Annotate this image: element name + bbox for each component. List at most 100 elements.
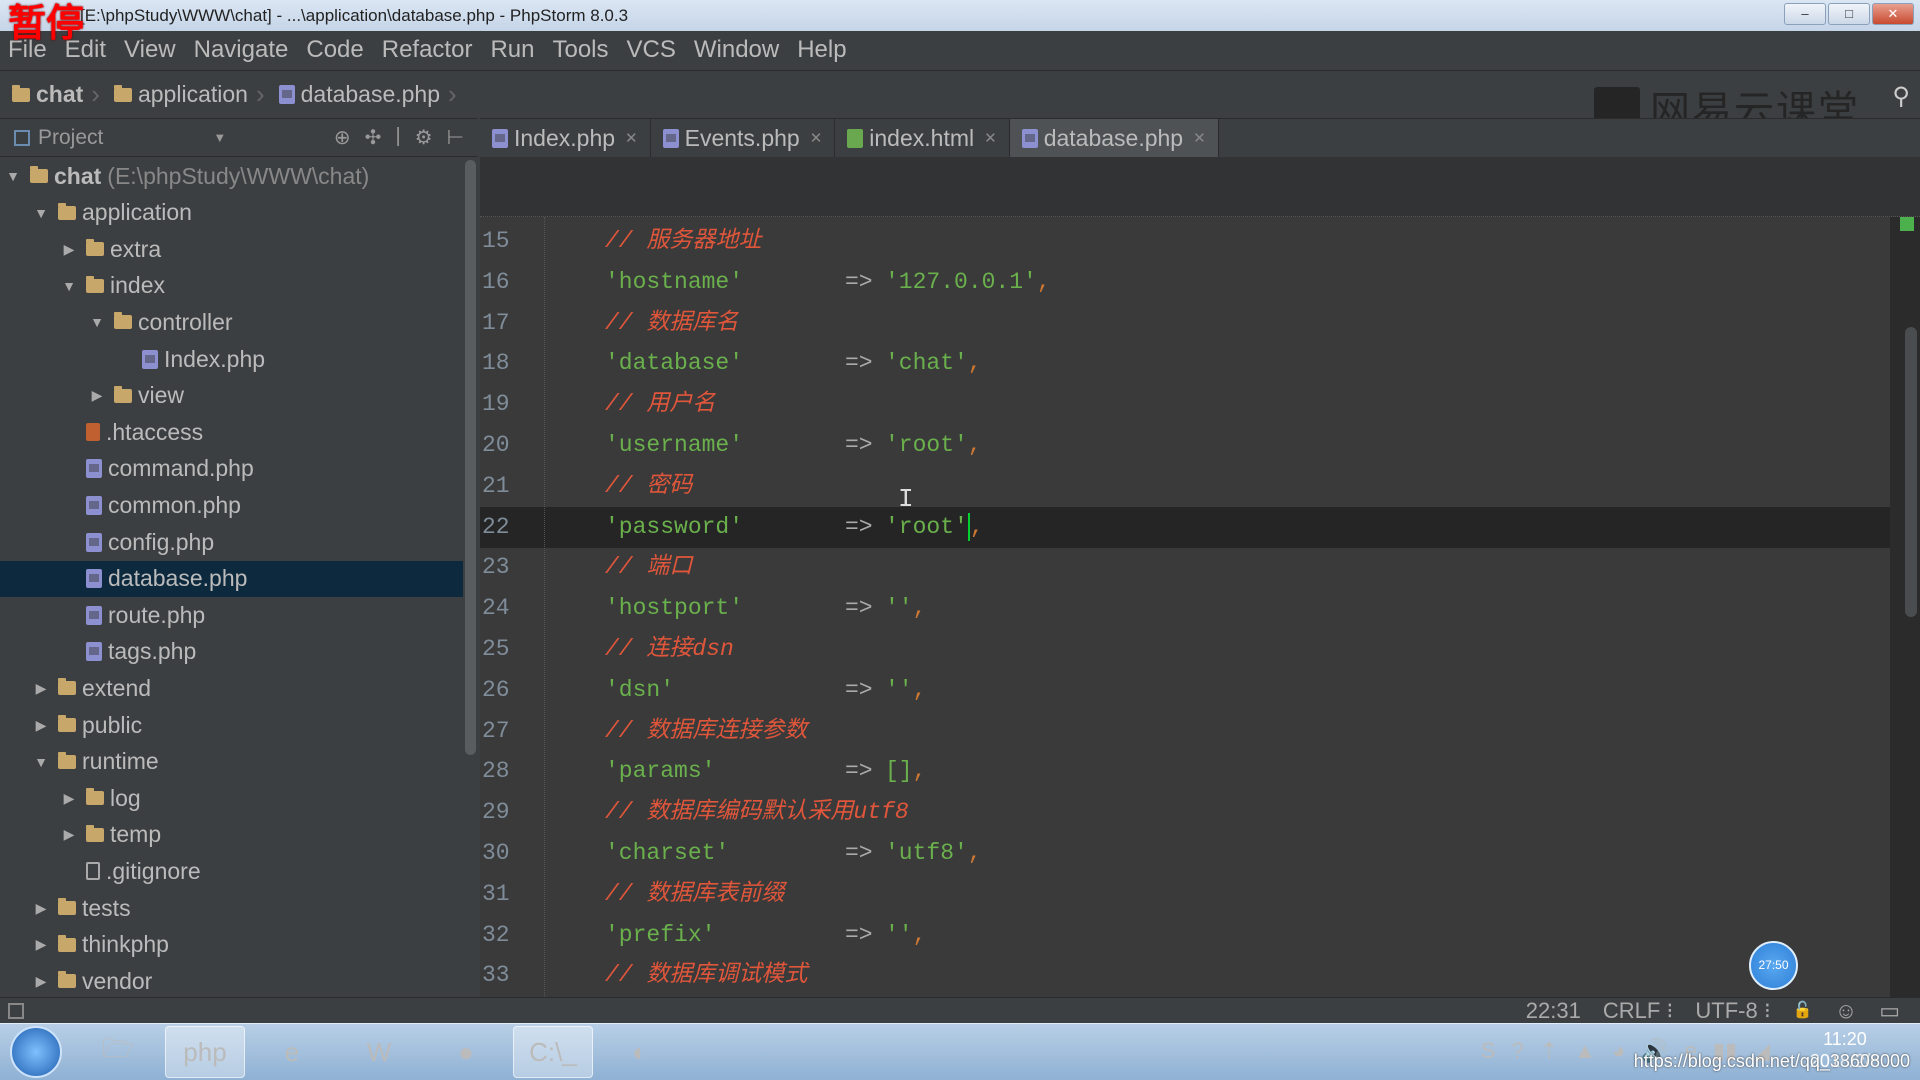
chevron-down-icon[interactable]: ▼ (86, 314, 108, 330)
tree-item[interactable]: Index.php (0, 341, 463, 377)
chevron-right-icon[interactable]: ▶ (30, 717, 52, 734)
close-tab-icon[interactable]: ✕ (625, 129, 638, 147)
chevron-right-icon[interactable]: ▶ (58, 790, 80, 807)
scroll-thumb[interactable] (465, 160, 476, 755)
start-button[interactable] (10, 1026, 62, 1078)
tree-item[interactable]: ▶ thinkphp (0, 927, 463, 963)
tree-item[interactable]: ▼ index (0, 268, 463, 304)
tree-item[interactable]: config.php (0, 524, 463, 560)
tree-item[interactable]: ▼ runtime (0, 744, 463, 780)
tool-windows-icon[interactable] (8, 1003, 24, 1019)
code-line[interactable]: // 数据库编码默认采用utf8 (480, 792, 1890, 833)
tree-item[interactable]: ▶ public (0, 707, 463, 743)
chevron-right-icon[interactable]: ▶ (58, 241, 80, 258)
sogou-icon[interactable]: S (1481, 1038, 1496, 1064)
tree-item[interactable]: .htaccess (0, 414, 463, 450)
search-icon[interactable]: ⚲ (1892, 82, 1910, 111)
code-line[interactable]: // 数据库名 (480, 303, 1890, 344)
chevron-down-icon[interactable]: ▼ (30, 754, 52, 770)
minimize-button[interactable]: – (1784, 3, 1826, 25)
close-button[interactable]: ✕ (1872, 3, 1914, 25)
lock-icon[interactable]: 🔓 (1793, 998, 1813, 1024)
tree-item[interactable]: ▶ extra (0, 231, 463, 267)
code-line[interactable]: 'charset' => 'utf8', (480, 833, 1890, 874)
code-line[interactable]: // 连接dsn (480, 629, 1890, 670)
writer-app[interactable]: W (339, 1026, 419, 1078)
chevron-right-icon[interactable]: ▶ (30, 973, 52, 990)
tab-database-php[interactable]: database.php ✕ (1009, 119, 1219, 157)
tab-index-php[interactable]: Index.php ✕ (480, 119, 651, 157)
close-tab-icon[interactable]: ✕ (1193, 129, 1206, 147)
tree-item[interactable]: tags.php (0, 634, 463, 670)
code-line[interactable]: // 用户名 (480, 384, 1890, 425)
file-encoding[interactable]: UTF-8 ⁝ (1695, 998, 1770, 1024)
tab-index-html[interactable]: index.html ✕ (835, 119, 1010, 157)
code-line[interactable]: 'username' => 'root', (480, 425, 1890, 466)
caret-position[interactable]: 22:31 (1526, 998, 1581, 1024)
tree-item[interactable]: ▼ application (0, 195, 463, 231)
hide-icon[interactable]: ⊢ (447, 125, 464, 150)
tree-item[interactable]: ▶ log (0, 780, 463, 816)
chevron-down-icon[interactable]: ▼ (2, 168, 24, 184)
chevron-right-icon[interactable]: ▶ (30, 936, 52, 953)
help-icon[interactable]: ? (1511, 1038, 1523, 1064)
close-tab-icon[interactable]: ✕ (810, 129, 823, 147)
tab-events-php[interactable]: Events.php ✕ (651, 119, 836, 157)
code-area[interactable]: // 服务器地址 'hostname' => '127.0.0.1', // 数据库名 '… (480, 217, 1890, 997)
tree-item[interactable]: database.php (0, 560, 463, 597)
code-editor[interactable]: // 服务器地址 'hostname' => '127.0.0.1', // 数据库名 '… (480, 157, 1920, 997)
collapse-icon[interactable]: ✣ (365, 125, 382, 150)
tree-item[interactable]: ▶ view (0, 378, 463, 414)
timer-badge[interactable]: 27:50 (1749, 941, 1798, 990)
tree-scrollbar[interactable] (463, 157, 478, 997)
code-line[interactable]: // 服务器地址 (480, 221, 1890, 262)
tree-item[interactable]: .gitignore (0, 853, 463, 889)
tree-item[interactable]: route.php (0, 597, 463, 633)
code-line[interactable]: // 数据库调试模式 (480, 955, 1890, 996)
locate-icon[interactable]: ⊕ (334, 125, 351, 150)
chevron-down-icon[interactable]: ▼ (30, 205, 52, 221)
browser-360-app[interactable]: e (252, 1026, 332, 1078)
green-app[interactable]: ● (426, 1026, 506, 1078)
tree-item[interactable]: command.php (0, 451, 463, 487)
code-line[interactable]: 'password' => 'root', (480, 506, 1890, 548)
menu-refactor[interactable]: Refactor (382, 36, 473, 64)
chevron-right-icon[interactable]: ▶ (86, 387, 108, 404)
chrome-icon[interactable]: ◕ (1612, 1038, 1625, 1064)
tree-item[interactable]: ▶ extend (0, 670, 463, 706)
menu-view[interactable]: View (124, 36, 176, 64)
show-hidden-icon[interactable]: ▲ (1574, 1038, 1596, 1064)
code-line[interactable]: 'hostname' => '127.0.0.1', (480, 262, 1890, 303)
breadcrumb-item[interactable]: application (113, 79, 265, 110)
menu-navigate[interactable]: Navigate (194, 36, 289, 64)
tree-item[interactable]: ▶ tests (0, 890, 463, 926)
network-arrow-icon[interactable]: ⇡ (1540, 1038, 1558, 1064)
code-line[interactable]: 'prefix' => '', (480, 915, 1890, 956)
tree-item[interactable]: ▼ chat (E:\phpStudy\WWW\chat) (0, 158, 463, 194)
code-line[interactable]: 'database' => 'chat', (480, 343, 1890, 384)
obs-app[interactable]: ◐ (600, 1026, 680, 1078)
gear-icon[interactable]: ⚙ (415, 125, 433, 150)
tree-item[interactable]: common.php (0, 487, 463, 523)
inspector-icon[interactable]: ☺ (1835, 998, 1857, 1024)
menu-vcs[interactable]: VCS (627, 36, 676, 64)
chevron-right-icon[interactable]: ▶ (30, 680, 52, 697)
project-view-selector[interactable]: Project (38, 126, 103, 150)
code-line[interactable]: // 数据库表前缀 (480, 874, 1890, 915)
code-line[interactable]: 'params' => [], (480, 751, 1890, 792)
chevron-down-icon[interactable]: ▼ (213, 130, 226, 145)
chevron-right-icon[interactable]: ▶ (58, 826, 80, 843)
code-line[interactable]: // 数据库连接参数 (480, 711, 1890, 752)
event-log-icon[interactable]: ▭ (1879, 998, 1900, 1024)
code-line[interactable]: 'dsn' => '', (480, 670, 1890, 711)
tree-item[interactable]: ▶ temp (0, 817, 463, 853)
line-separator[interactable]: CRLF ⁝ (1603, 998, 1674, 1024)
cmd-app[interactable]: C:\_ (513, 1026, 593, 1078)
editor-scrollbar[interactable] (1905, 327, 1917, 617)
menu-run[interactable]: Run (490, 36, 534, 64)
phpstorm-app[interactable]: php (165, 1026, 245, 1078)
chevron-right-icon[interactable]: ▶ (30, 900, 52, 917)
menu-code[interactable]: Code (306, 36, 363, 64)
tree-item[interactable]: ▼ controller (0, 304, 463, 340)
close-tab-icon[interactable]: ✕ (984, 129, 997, 147)
